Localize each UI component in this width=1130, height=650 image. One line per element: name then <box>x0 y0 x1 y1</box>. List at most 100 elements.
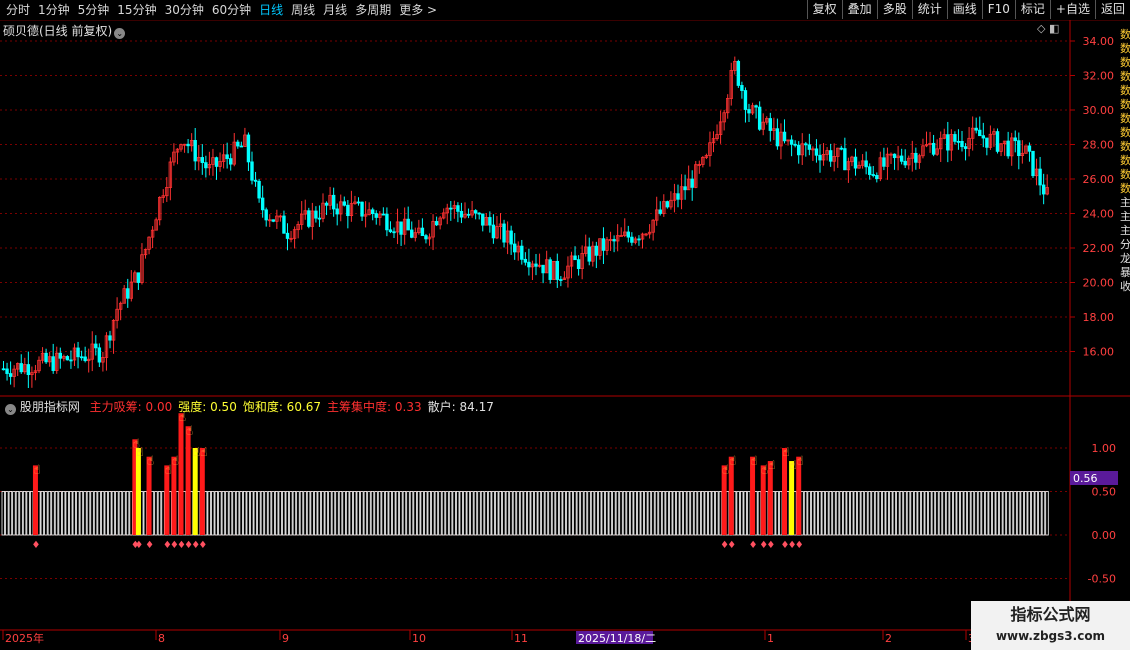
indicator-bar <box>19 491 23 536</box>
toolbar-button-0[interactable]: 复权 <box>806 0 842 19</box>
toolbar-right-buttons: 复权 叠加 多股 统计 画线 F10 标记 +自选 返回 <box>806 0 1130 19</box>
indicator-bar <box>72 491 76 536</box>
layout-icon[interactable]: ◧ <box>1049 22 1059 35</box>
indicator-bar <box>79 491 84 536</box>
candle-body <box>963 146 968 149</box>
toolbar-button-2[interactable]: 多股 <box>876 0 912 19</box>
tab-0[interactable]: 分时 <box>2 2 34 18</box>
right-edge-label: 数 <box>1120 28 1130 41</box>
watermark-line2: www.zbgs3.com <box>995 629 1106 643</box>
tab-1[interactable]: 1分钟 <box>34 2 74 18</box>
price-label: 20.00 <box>1083 277 1115 290</box>
tab-3[interactable]: 15分钟 <box>113 2 160 18</box>
right-edge-label: 数 <box>1120 154 1130 167</box>
indicator-bar <box>548 491 552 536</box>
signal-bar <box>171 456 177 535</box>
indicator-bar <box>598 491 602 536</box>
indicator-bar <box>491 491 495 536</box>
candle-body <box>410 229 414 238</box>
indicator-bars: ☝♦☝♦☝♦☝♦☝♦☝♦☝♦☝♦☝♦☝♦☝♦☝♦☝♦☝♦☝♦☝♦☝♦☝♦ <box>1 410 1049 551</box>
kline-chart[interactable]: 34.0032.0030.0028.0026.0024.0022.0020.00… <box>0 20 1130 650</box>
collapse-icon[interactable]: ⌄ <box>5 404 16 415</box>
right-edge-label: 数 <box>1120 126 1130 139</box>
indicator-bar <box>644 491 648 536</box>
candle-body <box>250 161 254 181</box>
hand-icon: ☝ <box>186 423 193 437</box>
indicator-bar <box>324 491 329 536</box>
candle-body <box>8 373 13 377</box>
indicator-bar <box>282 491 286 536</box>
indicator-bar <box>928 491 932 536</box>
candle-body <box>743 90 748 110</box>
indicator-bar <box>44 491 48 536</box>
toolbar-button-7[interactable]: +自选 <box>1049 0 1095 19</box>
time-label: 2 <box>885 632 892 645</box>
right-edge-label: 数 <box>1120 182 1130 195</box>
candle-body <box>1 368 6 371</box>
toolbar-button-5[interactable]: F10 <box>981 0 1015 19</box>
candle-body <box>1017 140 1021 156</box>
indicator-bar <box>850 491 854 536</box>
hand-icon: ☝ <box>172 454 179 468</box>
indicator-bar <box>29 491 34 536</box>
candle-body <box>392 231 396 234</box>
toolbar-button-3[interactable]: 统计 <box>911 0 947 19</box>
tab-8[interactable]: 月线 <box>319 2 351 18</box>
indicator-bar <box>338 491 343 536</box>
indicator-bar <box>345 491 350 536</box>
indicator-bar <box>953 491 957 536</box>
time-label: 8 <box>158 632 165 645</box>
indicator-bar <box>487 491 492 536</box>
indicator-bar <box>260 491 265 536</box>
indicator-bar <box>218 491 222 536</box>
signal-bar <box>728 456 734 535</box>
candle-body <box>356 201 361 204</box>
indicator-bar <box>704 491 708 536</box>
dropdown-icon[interactable]: ⌄ <box>114 28 126 39</box>
candle-body <box>775 128 780 147</box>
toolbar-button-4[interactable]: 画线 <box>946 0 982 19</box>
candle-body <box>406 218 410 231</box>
indicator-value-3: 主筹集中度: 0.33 <box>327 400 422 414</box>
indicator-bar <box>573 491 577 536</box>
candle-body <box>253 179 258 182</box>
diamond-icon[interactable]: ◇ <box>1037 22 1045 35</box>
indicator-bar <box>853 491 857 536</box>
candle-body <box>204 162 208 169</box>
tab-9[interactable]: 多周期 <box>351 2 395 18</box>
price-label: 30.00 <box>1083 104 1115 117</box>
candle-body <box>843 148 847 171</box>
candle-body <box>658 209 662 214</box>
indicator-bar <box>274 491 279 536</box>
hand-icon: ☝ <box>768 458 775 472</box>
indicator-bar <box>232 491 236 536</box>
diamond-signal-icon: ♦ <box>31 540 40 551</box>
tab-2[interactable]: 5分钟 <box>74 2 114 18</box>
tab-7[interactable]: 周线 <box>287 2 319 18</box>
indicator-bar <box>1024 491 1028 536</box>
candle-body <box>520 245 524 260</box>
right-edge-label: 数 <box>1120 70 1130 83</box>
candle-body <box>899 155 904 162</box>
candle-body <box>5 368 9 374</box>
right-edge-label: 分 <box>1120 238 1130 251</box>
right-edge-label: 龙 <box>1120 252 1130 265</box>
toolbar-button-1[interactable]: 叠加 <box>841 0 877 19</box>
tab-10[interactable]: 更多 > <box>395 2 441 18</box>
indicator-bar <box>555 491 559 536</box>
indicator-bar <box>15 491 20 536</box>
toolbar-button-6[interactable]: 标记 <box>1014 0 1050 19</box>
indicator-bar <box>246 491 250 536</box>
toolbar-button-8[interactable]: 返回 <box>1094 0 1130 19</box>
tab-5[interactable]: 60分钟 <box>208 2 255 18</box>
tab-6[interactable]: 日线 <box>255 2 287 18</box>
watermark: 指标公式网 www.zbgs3.com <box>971 601 1130 650</box>
indicator-bar <box>370 491 375 536</box>
tab-4[interactable]: 30分钟 <box>161 2 208 18</box>
indicator-bar <box>633 491 637 536</box>
candle-body <box>612 239 616 242</box>
candle-body <box>789 139 794 145</box>
indicator-bar <box>963 491 968 536</box>
diamond-signal-icon: ♦ <box>795 540 804 551</box>
indicator-bar <box>377 491 382 536</box>
